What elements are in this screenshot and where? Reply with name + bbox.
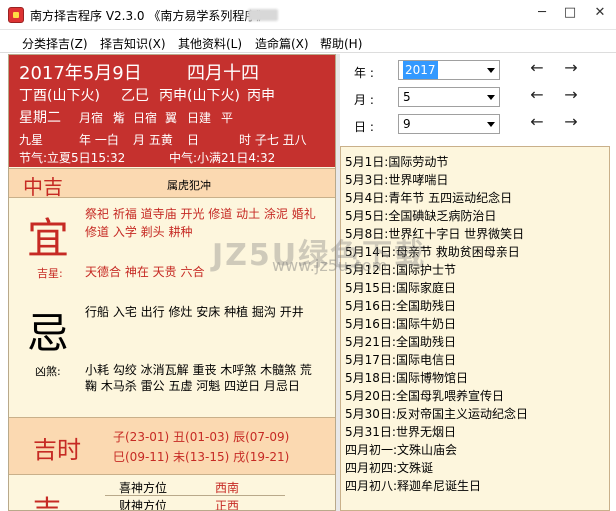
day-next-button[interactable]: → <box>560 112 582 131</box>
maximize-button[interactable]: □ <box>556 0 584 26</box>
year-next-button[interactable]: → <box>560 58 582 77</box>
day-mansion: 翼 <box>165 111 178 125</box>
list-item[interactable]: 四月初八:释迦牟尼诞生日 <box>345 477 481 494</box>
wealth-god-label: 财神方位 <box>119 499 168 511</box>
day-officer: 平 <box>221 111 234 125</box>
bad-stars-2: 鞠 木马杀 雷公 五虚 河魁 四逆日 月忌日 <box>85 379 300 393</box>
luck-level: 中吉 <box>23 175 63 199</box>
day-star: 日 <box>187 133 200 147</box>
chevron-down-icon <box>487 95 495 100</box>
menu-help[interactable]: 帮助(H) <box>320 35 362 52</box>
list-item[interactable]: 5月3日:世界哮喘日 <box>345 171 448 188</box>
solar-date: 2017年5月9日 <box>19 63 142 84</box>
month-mansion: 觜 <box>113 111 126 125</box>
hour-star: 时 子七 丑八 <box>239 133 307 147</box>
day-select[interactable]: 9 <box>398 114 500 134</box>
list-item[interactable]: 5月16日:全国助残日 <box>345 297 456 314</box>
list-item[interactable]: 5月20日:全国母乳喂养宣传日 <box>345 387 504 404</box>
wealth-god-direction: 正西 <box>215 499 240 511</box>
lucky-hours-row2: 巳(09-11) 未(13-15) 戌(19-21) <box>113 450 290 464</box>
middle-term: 中气:小满21日4:32 <box>169 151 276 165</box>
joy-god-label: 喜神方位 <box>119 481 168 495</box>
day-ganzhi: 丙申(山下火) <box>159 88 240 104</box>
menu-bar: 分类择吉(Z) 择吉知识(X) 其他资料(L) 造命篇(X) 帮助(H) <box>0 31 616 53</box>
month-mansion-label: 月宿 <box>79 111 104 125</box>
lunar-date: 四月十四 <box>187 63 259 84</box>
month-prev-button[interactable]: ← <box>526 85 548 104</box>
lucky-hours-band: 吉时 子(23-01) 丑(01-03) 辰(07-09) 巳(09-11) 未… <box>9 417 335 475</box>
joy-god-direction: 西南 <box>215 481 240 495</box>
menu-zaoming[interactable]: 造命篇(X) <box>255 35 309 52</box>
minimize-button[interactable]: ─ <box>528 0 556 26</box>
list-item[interactable]: 5月17日:国际电信日 <box>345 351 456 368</box>
list-item[interactable]: 5月16日:国际牛奶日 <box>345 315 456 332</box>
year-select[interactable]: 2017 <box>398 60 500 80</box>
list-item[interactable]: 5月30日:反对帝国主义运动纪念日 <box>345 405 528 422</box>
list-item[interactable]: 四月初一:文殊山庙会 <box>345 441 457 458</box>
list-item[interactable]: 5月4日:青年节 五四运动纪念日 <box>345 189 512 206</box>
year-ganzhi: 丁酉(山下火) <box>19 88 100 104</box>
almanac-panel: 2017年5月9日 四月十四 丁酉(山下火) 乙巳 丙申(山下火) 丙申 星期二… <box>8 54 336 511</box>
month-ganzhi: 乙巳 <box>121 88 149 104</box>
bad-star-label: 凶煞: <box>35 365 61 378</box>
list-item[interactable]: 5月31日:世界无烟日 <box>345 423 456 440</box>
list-item[interactable]: 四月初四:文殊诞 <box>345 459 433 476</box>
close-button[interactable]: ✕ <box>584 0 616 26</box>
yi-activities-1: 祭祀 祈福 道寺庙 开光 修道 动土 涂泥 婚礼 <box>85 207 316 221</box>
solar-term: 节气:立夏5日15:32 <box>19 151 126 165</box>
app-icon <box>8 7 24 23</box>
yi-activities-2: 修道 入学 剃头 耕种 <box>85 225 193 239</box>
list-item[interactable]: 5月5日:全国碘缺乏病防治日 <box>345 207 496 224</box>
lucky-hours-label: 吉时 <box>33 436 81 464</box>
menu-category-select[interactable]: 分类择吉(Z) <box>22 35 88 52</box>
month-star: 月 五黄 <box>133 133 173 147</box>
holiday-list[interactable]: 5月1日:国际劳动节 5月3日:世界哮喘日 5月4日:青年节 五四运动纪念日 5… <box>340 146 610 511</box>
menu-other-data[interactable]: 其他资料(L) <box>178 35 242 52</box>
ji-activities: 行船 入宅 出行 修灶 安床 种植 掘沟 开井 <box>85 305 304 319</box>
table-divider <box>105 495 285 496</box>
hour-ganzhi: 丙申 <box>247 88 275 104</box>
list-item[interactable]: 5月21日:全国助残日 <box>345 333 456 350</box>
chevron-down-icon <box>487 122 495 127</box>
ji-char: 忌 <box>27 309 70 358</box>
lucky-stars: 天德合 神在 天贵 六合 <box>85 265 205 279</box>
lucky-star-label: 吉星: <box>37 267 63 280</box>
year-prev-button[interactable]: ← <box>526 58 548 77</box>
window-title: 南方择吉程序 V2.3.0 《南方易学系列程序》 <box>30 9 269 23</box>
day-prev-button[interactable]: ← <box>526 112 548 131</box>
menu-knowledge[interactable]: 择吉知识(X) <box>100 35 166 52</box>
chevron-down-icon <box>487 68 495 73</box>
lucky-hours-row1: 子(23-01) 丑(01-03) 辰(07-09) <box>113 430 290 444</box>
bad-stars-1: 小耗 勾绞 冰消瓦解 重丧 木呼煞 木髓煞 荒 <box>85 363 312 377</box>
weekday: 星期二 <box>19 110 61 126</box>
title-blur <box>248 9 278 21</box>
list-item[interactable]: 5月15日:国际家庭日 <box>345 279 456 296</box>
year-label: 年 : <box>354 66 374 80</box>
bottom-big-char: 吉 <box>33 494 62 511</box>
yi-char: 宜 <box>27 214 70 263</box>
nine-star-label: 九星 <box>19 133 44 147</box>
list-item[interactable]: 5月18日:国际博物馆日 <box>345 369 468 386</box>
list-item[interactable]: 5月1日:国际劳动节 <box>345 153 448 170</box>
year-star: 年 一白 <box>79 133 119 147</box>
zodiac-clash: 属虎犯冲 <box>167 179 211 192</box>
day-officer-label: 日建 <box>187 111 212 125</box>
month-label: 月 : <box>354 93 374 107</box>
date-header: 2017年5月9日 四月十四 丁酉(山下火) 乙巳 丙申(山下火) 丙申 星期二… <box>9 55 335 167</box>
watermark-url: www.jz5u.com <box>272 256 388 275</box>
title-bar: 南方择吉程序 V2.3.0 《南方易学系列程序》 ─ □ ✕ <box>0 0 616 30</box>
day-mansion-label: 日宿 <box>133 111 158 125</box>
month-next-button[interactable]: → <box>560 85 582 104</box>
month-select[interactable]: 5 <box>398 87 500 107</box>
day-label: 日 : <box>354 120 374 134</box>
date-selector-panel: 年 : 2017 ← → 月 : 5 ← → 日 : 9 ← → 5月1日:国际… <box>340 54 616 511</box>
luck-level-band: 中吉 属虎犯冲 <box>9 168 335 199</box>
